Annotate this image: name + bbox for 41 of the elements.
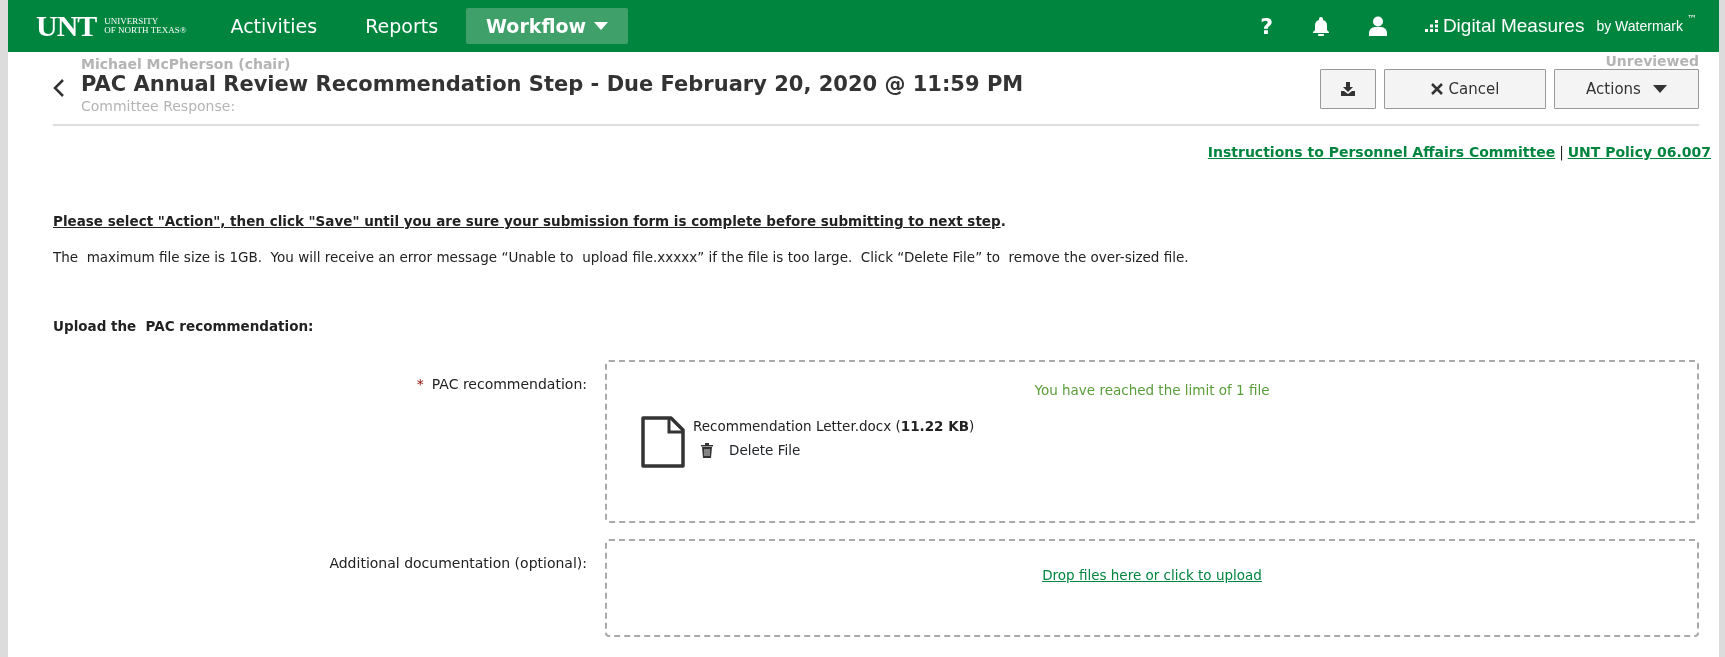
- field-label: Additional documentation (optional):: [329, 554, 587, 571]
- nav-tab[interactable]: Activities: [210, 7, 338, 45]
- field-label: * PAC recommendation:: [416, 375, 587, 392]
- limit-message: You have reached the limit of 1 file: [1034, 380, 1270, 400]
- cancel-button[interactable]: Cancel: [1384, 69, 1546, 110]
- logo-text: OF NORTH TEXAS®: [104, 26, 187, 36]
- status-text: Unreviewed: [1605, 52, 1699, 70]
- bell-icon[interactable]: [1310, 16, 1331, 36]
- download-icon: [1341, 82, 1355, 97]
- user-icon[interactable]: [1368, 16, 1387, 36]
- download-button[interactable]: [1320, 69, 1376, 110]
- dots-logo-icon: [1424, 20, 1439, 32]
- brand-name: Digital Measures: [1442, 13, 1585, 38]
- close-icon: [1430, 83, 1443, 96]
- nav-tab[interactable]: Reports: [345, 7, 459, 45]
- logo-wordmark: UNT: [36, 11, 97, 41]
- required-marker: *: [416, 375, 424, 392]
- delete-file-link[interactable]: Delete File: [701, 440, 975, 461]
- caret-icon: [1652, 85, 1667, 94]
- reviewer-name: Michael McPherson (chair): [81, 55, 292, 73]
- policy-link[interactable]: Instructions to Personnel Affairs Committee: [1207, 142, 1556, 163]
- logo-text: UNIVERSITY: [104, 16, 160, 26]
- period-text: .: [1000, 213, 1006, 229]
- policy-link[interactable]: UNT Policy 06.007: [1567, 142, 1711, 163]
- link-separator: |: [1559, 143, 1564, 163]
- instruction-text: Please select "Action", then click "Save" until you are sure your submission form is complete before submitting to next step: [53, 213, 1001, 229]
- upload-dropzone[interactable]: Drop files here or click to upload: [605, 538, 1699, 637]
- help-icon[interactable]: ?: [1260, 9, 1273, 43]
- info-text: The maximum file size is 1GB. You will receive an error message “Unable to upload file.xxxxx” if the file is too large. Click “Delete File” to remove the over-sized file.: [53, 248, 1190, 268]
- document-icon: [641, 416, 685, 468]
- page-title: PAC Annual Review Recommendation Step - Due February 20, 2020 @ 11:59 PM: [81, 72, 1024, 98]
- response-label: Committee Response:: [81, 97, 237, 115]
- upload-link[interactable]: Drop files here or click to upload: [1042, 564, 1262, 585]
- trash-icon: [701, 442, 713, 458]
- trademark: ™: [1687, 13, 1697, 24]
- brand-byline: by Watermark: [1596, 16, 1683, 36]
- section-title: Upload the PAC recommendation:: [53, 316, 315, 336]
- nav-tab[interactable]: Workflow: [466, 7, 629, 45]
- actions-button[interactable]: Actions: [1554, 69, 1699, 110]
- file-name: Recommendation Letter.docx (11.22 KB): [693, 417, 975, 436]
- back-icon[interactable]: [53, 78, 65, 98]
